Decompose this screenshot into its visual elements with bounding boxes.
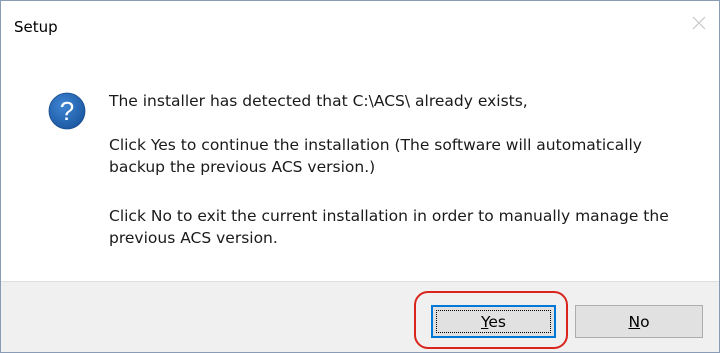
no-button[interactable]: No bbox=[575, 305, 703, 338]
button-bar: Yes No bbox=[1, 281, 719, 352]
svg-text:?: ? bbox=[60, 96, 74, 126]
setup-dialog: Setup ? The installer has detected that … bbox=[0, 0, 720, 353]
question-icon: ? bbox=[48, 92, 86, 130]
no-button-label: No bbox=[628, 312, 650, 331]
message-line-detected: The installer has detected that C:\ACS\ … bbox=[109, 92, 528, 110]
title-bar[interactable]: Setup bbox=[1, 1, 719, 45]
message-area: ? The installer has detected that C:\ACS… bbox=[1, 45, 719, 281]
close-icon bbox=[692, 16, 706, 30]
yes-button-label: Yes bbox=[480, 312, 507, 331]
yes-button[interactable]: Yes bbox=[431, 305, 556, 338]
message-yes-explanation: Click Yes to continue the installation (… bbox=[109, 136, 642, 176]
close-button[interactable] bbox=[679, 1, 719, 45]
window-title: Setup bbox=[14, 18, 58, 36]
message-no-explanation: Click No to exit the current installatio… bbox=[109, 207, 669, 247]
